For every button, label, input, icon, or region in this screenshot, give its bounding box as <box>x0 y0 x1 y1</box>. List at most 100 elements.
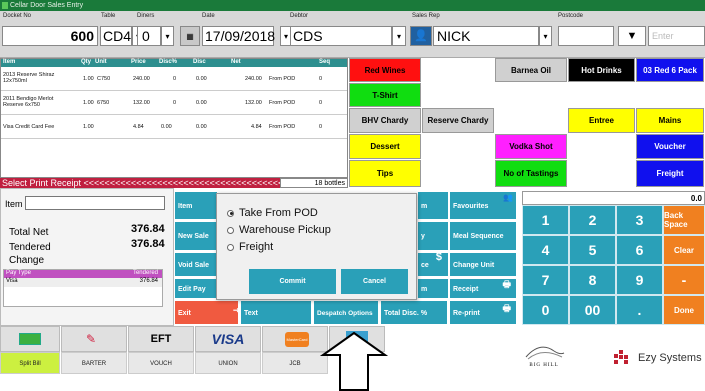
keypad-key[interactable]: Clear <box>663 235 705 265</box>
edit-pay-button[interactable]: Edit Pay <box>174 278 218 299</box>
category-button[interactable]: Vodka Shot <box>495 134 567 159</box>
row-disc: 0.00 <box>196 124 207 130</box>
row-seq: 0 <box>319 124 323 130</box>
payments-header: Pay Type Tendered <box>4 270 162 278</box>
enter-button[interactable]: Enter <box>648 26 705 46</box>
table-select[interactable]: CD4 <box>100 26 132 46</box>
keypad-key[interactable]: 3 <box>616 205 663 235</box>
keypad-key[interactable]: - <box>663 265 705 295</box>
category-button[interactable]: 03 Red 6 Pack <box>636 58 704 82</box>
row-price: 240.00 <box>133 76 150 82</box>
category-button[interactable]: Voucher <box>636 134 704 159</box>
diners-dropdown-icon[interactable]: ▾ <box>161 26 174 46</box>
keypad-display: 0.0 <box>522 191 705 205</box>
union-label[interactable]: UNION <box>195 352 261 374</box>
y-button-fragment[interactable]: y <box>417 221 449 251</box>
category-button[interactable]: Tips <box>349 160 421 187</box>
keypad-key[interactable]: 5 <box>569 235 616 265</box>
row-qty: 1.00 <box>83 76 94 82</box>
item-search-button[interactable]: Item Search <box>174 191 218 239</box>
new-sale-button[interactable]: New Sale <box>174 221 218 251</box>
category-button[interactable]: Barnea Oil <box>495 58 567 82</box>
col-disc-pct: Disc% <box>159 59 178 65</box>
row-disc-pct: 0 <box>173 76 177 82</box>
row-disc: 0.00 <box>196 76 207 82</box>
keypad-key[interactable]: 0 <box>522 295 569 325</box>
row-source: From POD <box>269 124 296 130</box>
category-button[interactable]: Hot Drinks <box>568 58 635 82</box>
keypad-key[interactable]: Done <box>663 295 705 325</box>
keypad-key[interactable]: 1 <box>522 205 569 235</box>
cash-tender-tab[interactable] <box>0 326 60 352</box>
category-button[interactable]: Reserve Chardy <box>422 108 494 133</box>
category-button[interactable]: BHV Chardy <box>349 108 421 133</box>
row-seq: 0 <box>319 100 323 106</box>
debtor-list-dropdown-icon[interactable]: ▾ <box>392 26 406 46</box>
exit-button[interactable]: Exit ⇥ <box>174 300 241 325</box>
meal-sequence-button[interactable]: Meal Sequence <box>449 221 517 251</box>
docket-field[interactable]: 600 <box>2 26 98 46</box>
table-row[interactable]: 2011 Bendigo Merlot Reserve 6x750 1.00 6… <box>1 91 347 115</box>
row-qty: 1.00 <box>83 100 94 106</box>
ezy-logo-icon <box>614 350 632 366</box>
option-take-from-pod[interactable]: Take From POD <box>227 206 412 220</box>
printer-icon: 🖶 <box>502 303 512 313</box>
rep-dropdown-icon[interactable]: ▾ <box>539 26 552 46</box>
vouch-label[interactable]: VOUCH <box>128 352 194 374</box>
category-button[interactable]: Mains <box>636 108 704 133</box>
up-arrow-icon <box>319 331 389 391</box>
payment-row[interactable]: Visa 376.84 <box>4 278 162 287</box>
keypad-key[interactable]: 2 <box>569 205 616 235</box>
item-button-fragment[interactable]: m <box>417 191 449 220</box>
category-button[interactable]: Dessert <box>349 134 421 159</box>
keypad-key[interactable]: 4 <box>522 235 569 265</box>
option-freight[interactable]: Freight <box>227 240 412 254</box>
keypad-key[interactable]: 00 <box>569 295 616 325</box>
postcode-field[interactable] <box>558 26 614 46</box>
docket-label: Docket No <box>3 13 32 19</box>
expand-icon[interactable]: ▼ <box>618 26 646 46</box>
keypad-key[interactable]: Back Space <box>663 205 705 235</box>
text-button[interactable]: Text <box>240 300 312 325</box>
keypad-key[interactable]: 9 <box>616 265 663 295</box>
table-row[interactable]: 2013 Reserve Shiraz 12x750ml 1.00 C750 2… <box>1 67 347 91</box>
header-bar: Docket No Table Diners Date Debtor Sales… <box>0 11 705 58</box>
total-disc-button[interactable]: Total Disc. % <box>380 300 448 325</box>
category-button[interactable]: T-Shirt <box>349 83 421 107</box>
price-button-fragment[interactable]: ce $ <box>417 251 449 277</box>
date-field[interactable]: 17/09/2018 <box>202 26 275 46</box>
reprint-button[interactable]: Re-print 🖶 <box>449 300 517 325</box>
radio-freight[interactable] <box>227 243 234 251</box>
keypad-key[interactable]: 7 <box>522 265 569 295</box>
eft-tender-tab[interactable]: EFT <box>128 326 194 352</box>
keypad-key[interactable]: . <box>616 295 663 325</box>
void-sale-button[interactable]: Void Sale <box>174 252 218 277</box>
category-button[interactable]: Freight <box>636 160 704 187</box>
radio-warehouse-pickup[interactable] <box>227 226 234 234</box>
m-button-fragment[interactable]: m <box>417 278 449 299</box>
split-bill-button[interactable]: Split Bill <box>0 352 60 374</box>
total-net-value: 376.84 <box>131 223 165 235</box>
keypad-key[interactable]: 8 <box>569 265 616 295</box>
debtor-field[interactable]: CDS <box>290 26 392 46</box>
cancel-button[interactable]: Cancel <box>341 269 408 294</box>
calendar-icon[interactable]: ▦ <box>180 26 200 46</box>
keypad-key[interactable]: 6 <box>616 235 663 265</box>
despatch-options-button[interactable]: Despatch Options <box>313 300 379 325</box>
table-row[interactable]: Visa Credit Card Fee 1.00 4.84 0.00 0.00… <box>1 115 347 139</box>
mastercard-icon: MasterCard <box>285 332 309 347</box>
user-icon[interactable]: 👤 <box>410 26 432 46</box>
option-warehouse-pickup[interactable]: Warehouse Pickup <box>227 223 412 237</box>
commit-button[interactable]: Commit <box>249 269 336 294</box>
barter-tender-tab[interactable]: ✎ <box>61 326 127 352</box>
category-button[interactable]: Entree <box>568 108 635 133</box>
table-label: Table <box>101 13 116 19</box>
category-button[interactable]: Red Wines <box>349 58 421 82</box>
barter-label[interactable]: BARTER <box>61 352 127 374</box>
radio-take-from-pod[interactable] <box>227 209 234 217</box>
item-entry-field[interactable] <box>25 196 165 210</box>
sales-rep-field[interactable]: NICK <box>433 26 539 46</box>
visa-tender-tab[interactable]: VISA <box>195 326 261 352</box>
diners-select[interactable]: 0 <box>137 26 161 46</box>
favourites-button[interactable]: Favourites 👥 <box>449 191 517 220</box>
